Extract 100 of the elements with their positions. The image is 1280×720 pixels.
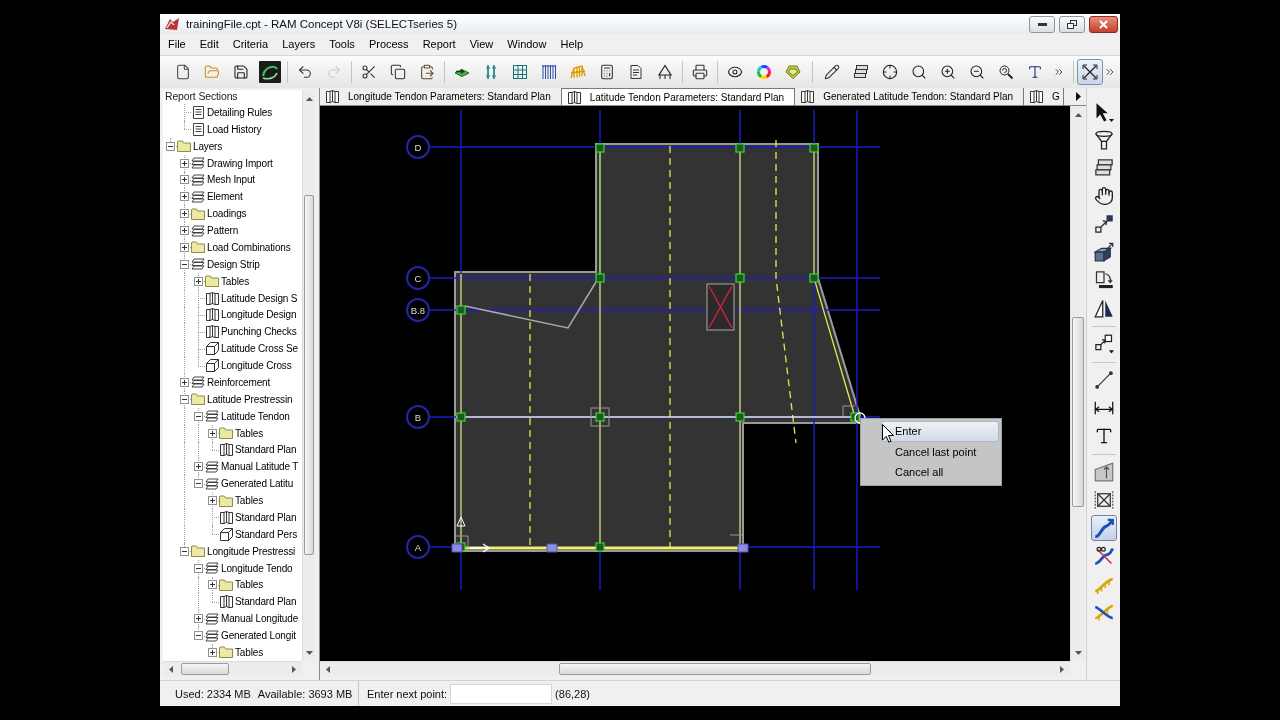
tree-item[interactable]: Manual Longitude: [221, 613, 299, 625]
tree-minus-icon[interactable]: [165, 141, 175, 151]
tree-plus-icon[interactable]: [207, 580, 217, 590]
menu-item[interactable]: Cancel last point: [881, 441, 999, 462]
close-button[interactable]: [1089, 15, 1118, 33]
scroll-right-icon[interactable]: [292, 665, 296, 673]
horizontal-scrollbar[interactable]: [163, 661, 302, 676]
menu-item[interactable]: Process: [361, 34, 416, 55]
tree-item[interactable]: Longitude Cross: [221, 360, 292, 372]
scroll-down-icon[interactable]: [305, 650, 313, 655]
tree-item[interactable]: Standard Plan: [235, 596, 297, 608]
tree-item[interactable]: Load Combinations: [207, 241, 291, 253]
vertical-scrollbar[interactable]: [302, 90, 315, 661]
tree-item[interactable]: Manual Latitude T: [221, 461, 299, 473]
menu-item[interactable]: Enter: [881, 421, 999, 442]
document-tab[interactable]: G: [1024, 88, 1064, 105]
tree-plus-icon[interactable]: [179, 242, 189, 252]
minimize-button[interactable]: [1029, 15, 1055, 33]
tab-scroll-right-icon[interactable]: [1075, 92, 1081, 101]
menu-item[interactable]: Criteria: [225, 34, 276, 55]
tree-item[interactable]: Tables: [235, 646, 263, 658]
scroll-up-icon[interactable]: [305, 96, 313, 101]
scroll-thumb[interactable]: [304, 195, 314, 555]
tree-plus-icon[interactable]: [179, 158, 189, 168]
close-icon: [1099, 19, 1108, 29]
tree-minus-icon[interactable]: [193, 631, 203, 641]
tree-plus-icon[interactable]: [207, 647, 217, 657]
tree-item[interactable]: Punching Checks: [221, 326, 297, 338]
tree-item[interactable]: Layers: [193, 140, 223, 152]
tree-item[interactable]: Longitude Tendo: [221, 562, 293, 574]
toolbar-button[interactable]: [1077, 59, 1103, 85]
document-tab[interactable]: Latitude Tendon Parameters: Standard Plan: [561, 88, 796, 105]
menu-item[interactable]: Cancel all: [881, 462, 999, 483]
scroll-right-icon[interactable]: [1060, 665, 1064, 673]
tendon-button[interactable]: [1090, 515, 1117, 541]
tree-item[interactable]: Latitude Design S: [221, 292, 298, 304]
window-title: trainingFile.cpt - RAM Concept V8i (SELECTseries 5): [186, 18, 457, 30]
tree-item[interactable]: Longitude Prestressi: [207, 545, 296, 557]
menu-item[interactable]: Layers: [275, 34, 323, 55]
input-field[interactable]: [450, 683, 553, 704]
tree-plus-icon[interactable]: [179, 226, 189, 236]
menu-item[interactable]: Edit: [192, 34, 226, 55]
tree-item[interactable]: Tables: [235, 495, 263, 507]
document-tab[interactable]: Longitude Tendon Parameters: Standard Plan: [320, 88, 562, 105]
tree-item[interactable]: Standard Plan: [235, 444, 297, 456]
scroll-up-icon[interactable]: [1074, 112, 1082, 117]
menu-item[interactable]: Window: [500, 34, 554, 55]
tree-item[interactable]: Generated Latitu: [221, 478, 294, 490]
tree-item[interactable]: Load History: [207, 123, 262, 135]
menu-item[interactable]: Tools: [322, 34, 362, 55]
horizontal-scrollbar[interactable]: [320, 661, 1070, 676]
tree-item[interactable]: Tables: [235, 579, 263, 591]
scroll-thumb[interactable]: [181, 663, 229, 675]
scroll-thumb[interactable]: [559, 663, 871, 675]
menu-item[interactable]: View: [462, 34, 501, 55]
menu-item[interactable]: Help: [553, 34, 591, 55]
tree-plus-icon[interactable]: [179, 192, 189, 202]
restore-button[interactable]: [1059, 15, 1085, 33]
tree-plus-icon[interactable]: [179, 377, 189, 387]
tree-item[interactable]: Element: [207, 191, 243, 203]
tree-plus-icon[interactable]: [193, 462, 203, 472]
scroll-left-icon[interactable]: [169, 665, 173, 673]
tree-item[interactable]: Longitude Design: [221, 309, 297, 321]
tree-item[interactable]: Tables: [221, 275, 249, 287]
tree-plus-icon[interactable]: [179, 209, 189, 219]
tree-item[interactable]: Pattern: [207, 225, 239, 237]
tree-minus-icon[interactable]: [179, 394, 189, 404]
tree-minus-icon[interactable]: [193, 411, 203, 421]
tree-plus-icon[interactable]: [207, 428, 217, 438]
scroll-down-icon[interactable]: [1074, 650, 1082, 655]
document-icon: [192, 122, 204, 136]
tree-minus-icon[interactable]: [193, 563, 203, 573]
tree-plus-icon[interactable]: [179, 175, 189, 185]
tree-minus-icon[interactable]: [179, 546, 189, 556]
menu-item[interactable]: File: [161, 34, 193, 55]
tree-item[interactable]: Mesh Input: [207, 174, 255, 186]
tree-item[interactable]: Latitude Cross Se: [221, 343, 298, 355]
tree-item[interactable]: Latitude Tendon: [221, 410, 290, 422]
tree-item[interactable]: Drawing Import: [207, 157, 273, 169]
document-tab[interactable]: Generated Latitude Tendon: Standard Plan: [795, 88, 1025, 105]
tree-item[interactable]: Standard Plan: [235, 511, 297, 523]
menu-item[interactable]: Report: [415, 34, 463, 55]
restore-icon: [1067, 19, 1077, 29]
scroll-left-icon[interactable]: [326, 665, 330, 673]
tree-minus-icon[interactable]: [179, 259, 189, 269]
tree-plus-icon[interactable]: [207, 496, 217, 506]
tree-item[interactable]: Latitude Prestressin: [207, 393, 293, 405]
tree-plus-icon[interactable]: [193, 614, 203, 624]
tree-plus-icon[interactable]: [193, 276, 203, 286]
tree-item[interactable]: Reinforcement: [207, 376, 271, 388]
tree-item[interactable]: Design Strip: [207, 258, 260, 270]
folder-icon: [219, 427, 233, 440]
tree-item[interactable]: Detailing Rules: [207, 106, 272, 118]
tree-item[interactable]: Standard Pers: [235, 528, 297, 540]
vertical-scrollbar[interactable]: [1070, 106, 1085, 661]
scroll-thumb[interactable]: [1072, 317, 1084, 507]
tree-item[interactable]: Tables: [235, 427, 263, 439]
tree-minus-icon[interactable]: [193, 479, 203, 489]
tree-item[interactable]: Generated Longit: [221, 630, 296, 642]
tree-item[interactable]: Loadings: [207, 208, 247, 220]
